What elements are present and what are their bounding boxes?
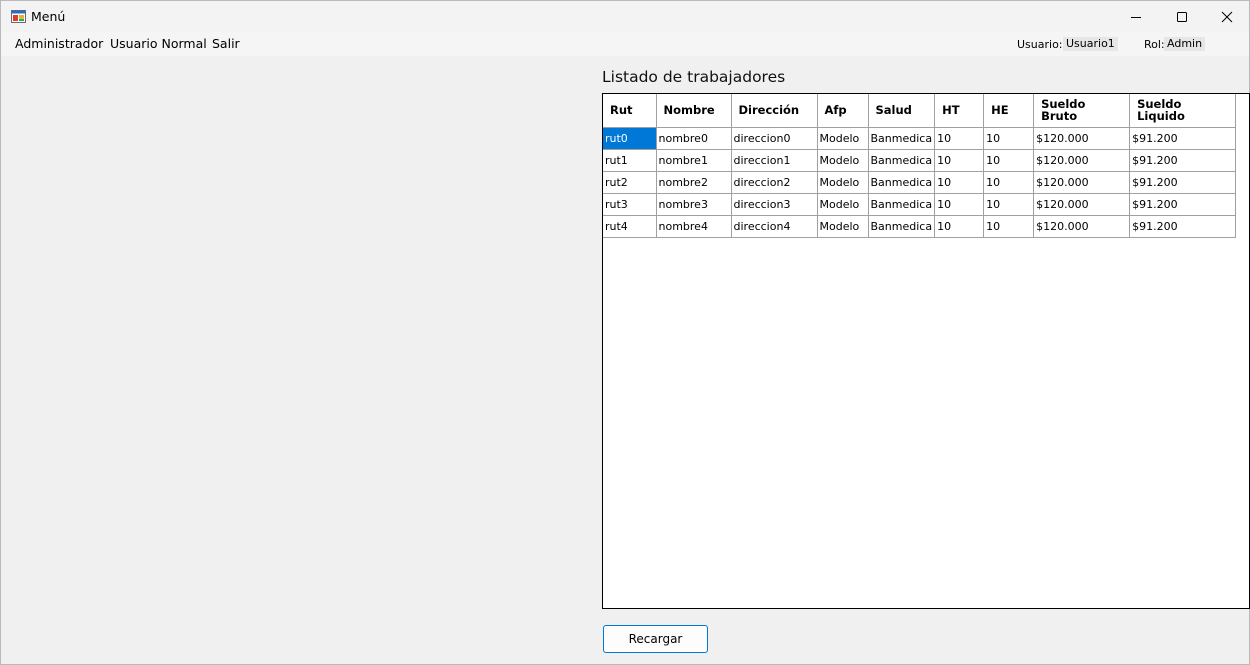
- table-row[interactable]: rut3 nombre3 direccion3 Modelo Banmedica…: [603, 193, 1237, 216]
- cell-salud[interactable]: Banmedica: [868, 149, 936, 172]
- cell-sueldo-liquido[interactable]: $91.200: [1129, 193, 1237, 216]
- windows-form-icon: [11, 9, 26, 24]
- role-value: Admin: [1164, 37, 1206, 51]
- cell-sueldo-bruto[interactable]: $120.000: [1033, 149, 1131, 172]
- cell-he[interactable]: 10: [983, 215, 1035, 238]
- cell-he[interactable]: 10: [983, 193, 1035, 216]
- sueldo-bruto-label: Sueldo Bruto: [1041, 97, 1086, 124]
- cell-ht[interactable]: 10: [934, 171, 985, 194]
- cell-sueldo-bruto[interactable]: $120.000: [1033, 215, 1131, 238]
- cell-he[interactable]: 10: [983, 149, 1035, 172]
- sueldo-liquido-label: Sueldo Liquido: [1137, 97, 1185, 124]
- cell-afp[interactable]: Modelo: [817, 171, 869, 194]
- column-header-sueldo-bruto[interactable]: Sueldo Bruto: [1033, 94, 1131, 128]
- column-header-ht[interactable]: HT: [934, 94, 985, 128]
- role-label: Rol:: [1144, 38, 1165, 51]
- cell-rut[interactable]: rut1: [603, 149, 657, 172]
- cell-rut[interactable]: rut3: [603, 193, 657, 216]
- reload-button[interactable]: Recargar: [603, 625, 708, 653]
- workers-table: Rut Nombre Dirección Afp Salud HT HE Sue…: [603, 94, 1237, 238]
- column-header-rut[interactable]: Rut: [603, 94, 657, 128]
- user-value: Usuario1: [1063, 37, 1118, 51]
- cell-rut[interactable]: rut2: [603, 171, 657, 194]
- cell-salud[interactable]: Banmedica: [868, 215, 936, 238]
- cell-direccion[interactable]: direccion0: [731, 127, 818, 150]
- workers-grid[interactable]: Rut Nombre Dirección Afp Salud HT HE Sue…: [602, 93, 1250, 609]
- cell-direccion[interactable]: direccion3: [731, 193, 818, 216]
- cell-nombre[interactable]: nombre4: [656, 215, 732, 238]
- close-button[interactable]: [1204, 1, 1250, 32]
- cell-afp[interactable]: Modelo: [817, 149, 869, 172]
- cell-he[interactable]: 10: [983, 127, 1035, 150]
- title-bar[interactable]: Menú: [1, 1, 1249, 32]
- column-header-he[interactable]: HE: [983, 94, 1035, 128]
- cell-afp[interactable]: Modelo: [817, 127, 869, 150]
- cell-afp[interactable]: Modelo: [817, 215, 869, 238]
- table-row[interactable]: rut2 nombre2 direccion2 Modelo Banmedica…: [603, 171, 1237, 194]
- cell-rut[interactable]: rut4: [603, 215, 657, 238]
- cell-ht[interactable]: 10: [934, 215, 985, 238]
- table-row[interactable]: rut4 nombre4 direccion4 Modelo Banmedica…: [603, 215, 1237, 238]
- minimize-icon: [1131, 16, 1141, 18]
- cell-sueldo-bruto[interactable]: $120.000: [1033, 171, 1131, 194]
- cell-direccion[interactable]: direccion1: [731, 149, 818, 172]
- user-label: Usuario:: [1017, 38, 1063, 51]
- header-row: Rut Nombre Dirección Afp Salud HT HE Sue…: [603, 94, 1237, 128]
- cell-nombre[interactable]: nombre0: [656, 127, 732, 150]
- cell-salud[interactable]: Banmedica: [868, 127, 936, 150]
- close-icon: [1221, 11, 1233, 22]
- cell-sueldo-liquido[interactable]: $91.200: [1129, 127, 1237, 150]
- menu-item-usuario-normal[interactable]: Usuario Normal: [109, 36, 208, 51]
- column-header-salud[interactable]: Salud: [868, 94, 936, 128]
- table-row[interactable]: rut1 nombre1 direccion1 Modelo Banmedica…: [603, 149, 1237, 172]
- cell-direccion[interactable]: direccion2: [731, 171, 818, 194]
- maximize-button[interactable]: [1159, 1, 1205, 32]
- main-window: Menú Administrador Usuario Normal Salir …: [0, 0, 1250, 665]
- cell-rut[interactable]: rut0: [603, 127, 657, 150]
- menu-item-salir[interactable]: Salir: [211, 36, 241, 51]
- cell-sueldo-bruto[interactable]: $120.000: [1033, 193, 1131, 216]
- cell-ht[interactable]: 10: [934, 127, 985, 150]
- column-header-afp[interactable]: Afp: [817, 94, 869, 128]
- cell-sueldo-bruto[interactable]: $120.000: [1033, 127, 1131, 150]
- cell-afp[interactable]: Modelo: [817, 193, 869, 216]
- column-header-nombre[interactable]: Nombre: [656, 94, 732, 128]
- cell-he[interactable]: 10: [983, 171, 1035, 194]
- cell-sueldo-liquido[interactable]: $91.200: [1129, 149, 1237, 172]
- cell-nombre[interactable]: nombre1: [656, 149, 732, 172]
- cell-sueldo-liquido[interactable]: $91.200: [1129, 171, 1237, 194]
- column-header-sueldo-liquido[interactable]: Sueldo Liquido: [1129, 94, 1237, 128]
- cell-ht[interactable]: 10: [934, 193, 985, 216]
- column-header-direccion[interactable]: Dirección: [731, 94, 818, 128]
- cell-salud[interactable]: Banmedica: [868, 193, 936, 216]
- page-title: Listado de trabajadores: [602, 68, 786, 86]
- maximize-icon: [1177, 11, 1187, 22]
- cell-nombre[interactable]: nombre3: [656, 193, 732, 216]
- minimize-button[interactable]: [1113, 1, 1159, 32]
- cell-nombre[interactable]: nombre2: [656, 171, 732, 194]
- menu-bar: Administrador Usuario Normal Salir Usuar…: [1, 32, 1249, 56]
- menu-item-administrador[interactable]: Administrador: [14, 36, 104, 51]
- cell-direccion[interactable]: direccion4: [731, 215, 818, 238]
- cell-sueldo-liquido[interactable]: $91.200: [1129, 215, 1237, 238]
- table-row[interactable]: rut0 nombre0 direccion0 Modelo Banmedica…: [603, 127, 1237, 150]
- cell-salud[interactable]: Banmedica: [868, 171, 936, 194]
- cell-ht[interactable]: 10: [934, 149, 985, 172]
- window-title: Menú: [31, 9, 66, 24]
